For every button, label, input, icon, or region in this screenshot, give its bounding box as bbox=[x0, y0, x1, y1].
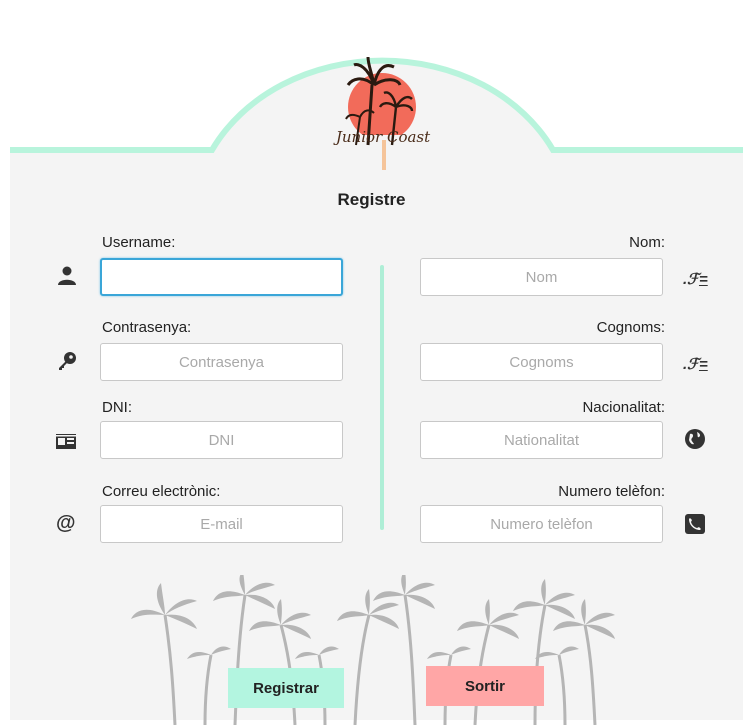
signature-icon: .ℱ= bbox=[683, 356, 708, 373]
form-title: Registre bbox=[337, 190, 406, 209]
phone-label: Numero telèfon: bbox=[558, 483, 665, 500]
username-input[interactable] bbox=[100, 258, 343, 296]
at-sign-icon: @ bbox=[56, 512, 76, 534]
phone-icon bbox=[685, 514, 705, 534]
id-card-icon bbox=[56, 434, 76, 449]
email-input[interactable] bbox=[100, 505, 343, 543]
username-label: Username: bbox=[102, 234, 176, 251]
globe-icon bbox=[685, 429, 705, 449]
column-divider bbox=[380, 265, 384, 530]
password-label: Contrasenya: bbox=[102, 319, 192, 336]
key-icon bbox=[59, 352, 76, 370]
palm-trees-background bbox=[131, 575, 615, 725]
nacionalitat-input[interactable] bbox=[420, 421, 663, 459]
nom-input[interactable] bbox=[420, 258, 663, 296]
exit-button[interactable]: Sortir bbox=[426, 666, 544, 706]
register-button[interactable]: Registrar bbox=[228, 668, 344, 708]
cognoms-input[interactable] bbox=[420, 343, 663, 381]
logo-image bbox=[345, 56, 416, 170]
email-label: Correu electrònic: bbox=[102, 483, 221, 500]
cognoms-label: Cognoms: bbox=[596, 319, 665, 336]
signature-icon: .ℱ= bbox=[683, 271, 708, 288]
dni-input[interactable] bbox=[100, 421, 343, 459]
user-icon bbox=[58, 266, 76, 285]
registration-window: Junior Coast Registre Username: Contrase… bbox=[0, 0, 743, 725]
phone-input[interactable] bbox=[420, 505, 663, 543]
logo-text: Junior Coast bbox=[335, 128, 431, 146]
dni-label: DNI: bbox=[102, 399, 132, 416]
nom-label: Nom: bbox=[629, 234, 665, 251]
password-input[interactable] bbox=[100, 343, 343, 381]
nacionalitat-label: Nacionalitat: bbox=[582, 399, 665, 416]
